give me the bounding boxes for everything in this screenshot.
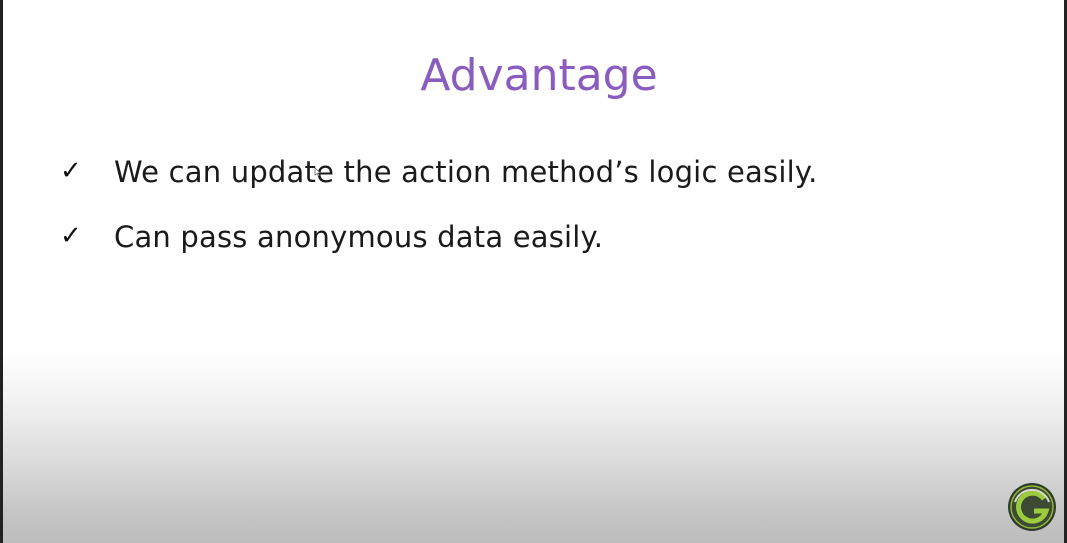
checkmark-icon: ✓ <box>60 221 82 251</box>
presentation-slide: Advantage ✓ We can update the action met… <box>3 0 1064 543</box>
checkmark-icon: ✓ <box>60 156 82 186</box>
g-logo-icon[interactable] <box>1007 482 1057 532</box>
mouse-cursor-icon <box>314 167 322 177</box>
bullet-text: We can update the action method’s logic … <box>114 155 818 189</box>
bullet-text: Can pass anonymous data easily. <box>114 220 604 254</box>
slide-title: Advantage <box>420 50 658 101</box>
